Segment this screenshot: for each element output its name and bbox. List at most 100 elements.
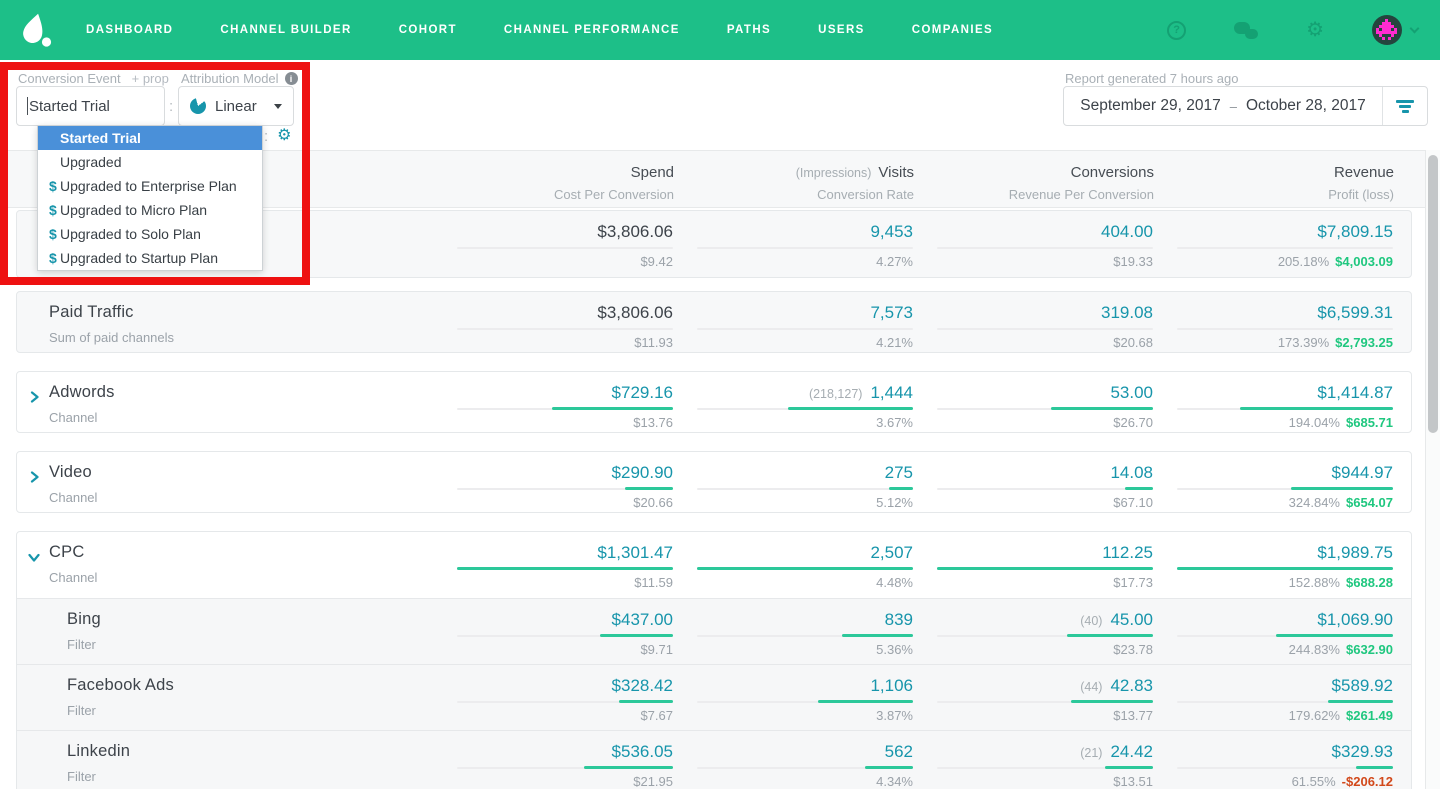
dropdown-item-upgraded-to-micro-plan[interactable]: $ Upgraded to Micro Plan xyxy=(38,198,262,222)
row-title: Linkedin xyxy=(67,742,131,760)
column-subheader: Conversion Rate xyxy=(817,187,914,202)
chevron-right-icon[interactable] xyxy=(28,471,40,483)
account-menu[interactable] xyxy=(1372,15,1420,45)
metric-divider xyxy=(697,700,913,703)
chevron-right-icon[interactable] xyxy=(28,391,40,403)
add-prop-link[interactable]: + prop xyxy=(132,71,169,86)
metric-value: 839 xyxy=(884,610,913,629)
metric-divider xyxy=(937,766,1153,769)
metric-prefix: (21) xyxy=(1080,746,1103,760)
dropdown-item-upgraded-to-startup-plan[interactable]: $ Upgraded to Startup Plan xyxy=(38,246,262,270)
nav-item-users[interactable]: USERS xyxy=(818,24,865,36)
metric-divider xyxy=(697,487,913,490)
table-row-facebook-ads[interactable]: Facebook Ads Filter $328.42 $7.67 1,106 … xyxy=(17,664,1411,730)
text-cursor xyxy=(27,97,28,115)
dollar-icon: $ xyxy=(49,226,57,242)
chevron-down-icon[interactable] xyxy=(28,551,40,563)
metric-divider xyxy=(1177,407,1393,410)
value-bar xyxy=(937,567,1153,570)
metric-visits: 839 5.36% xyxy=(673,599,913,664)
metric-divider xyxy=(937,700,1153,703)
metric-divider xyxy=(457,567,673,570)
table-row-linkedin[interactable]: Linkedin Filter $536.05 $21.95 562 4.34%… xyxy=(17,730,1411,789)
row-subtitle: Filter xyxy=(67,703,96,718)
metric-conversions: (21) 24.42 $13.51 xyxy=(913,731,1153,789)
metric-visits: 2,507 4.48% xyxy=(673,532,913,598)
metric-sub: 4.34% xyxy=(876,774,913,789)
metric-value: $328.42 xyxy=(611,676,673,695)
metric-spend: $1,301.47 $11.59 xyxy=(433,532,673,598)
metric-value: $7,809.15 xyxy=(1317,222,1393,241)
row-subtitle: Channel xyxy=(49,490,98,505)
value-bar xyxy=(1356,766,1393,769)
nav-right-icons xyxy=(1167,15,1420,45)
row-title: Adwords xyxy=(49,383,115,401)
dropdown-item-upgraded-to-solo-plan[interactable]: $ Upgraded to Solo Plan xyxy=(38,222,262,246)
metric-sub: $20.68 xyxy=(1113,335,1153,350)
metric-value: 319.08 xyxy=(1101,303,1153,322)
table-row-bing[interactable]: Bing Filter $437.00 $9.71 839 5.36% (40)… xyxy=(17,598,1411,664)
value-bar xyxy=(1239,407,1393,410)
metric-divider xyxy=(1177,766,1393,769)
metric-value: 9,453 xyxy=(870,222,913,241)
metric-sub: 194.04% xyxy=(1288,415,1340,430)
conversion-event-label: Conversion Event + prop xyxy=(18,71,169,86)
metric-sub: $23.78 xyxy=(1113,642,1153,657)
scrollbar-thumb[interactable] xyxy=(1428,155,1438,433)
date-range-text[interactable]: September 29, 2017 – October 28, 2017 xyxy=(1064,87,1382,125)
table-row-cpc[interactable]: CPC Channel $1,301.47 $11.59 2,507 4.48%… xyxy=(17,532,1411,598)
value-bar xyxy=(552,407,673,410)
table-row-paid-traffic[interactable]: Paid Traffic Sum of paid channels $3,806… xyxy=(17,292,1411,352)
metric-value: 1,444 xyxy=(870,383,913,402)
metric-divider xyxy=(1177,634,1393,637)
metric-revenue: $7,809.15 205.18% $4,003.09 xyxy=(1153,211,1393,277)
metric-value: $3,806.06 xyxy=(597,303,673,322)
nav-menu: DASHBOARD CHANNEL BUILDER COHORT CHANNEL PE… xyxy=(86,24,993,36)
metric-value: 112.25 xyxy=(1102,543,1153,562)
nav-item-channel-performance[interactable]: CHANNEL PERFORMANCE xyxy=(504,24,680,36)
nav-item-companies[interactable]: COMPANIES xyxy=(912,24,993,36)
table-row-video[interactable]: Video Channel $290.90 $20.66 275 5.12% 1… xyxy=(17,452,1411,512)
table-card: Paid Traffic Sum of paid channels $3,806… xyxy=(16,291,1412,353)
value-bar xyxy=(697,567,913,570)
metric-spend: $3,806.06 $11.93 xyxy=(433,292,673,352)
info-icon[interactable] xyxy=(284,72,298,85)
settings-gear-icon[interactable] xyxy=(1306,20,1324,41)
caret-down-icon xyxy=(274,103,282,109)
metric-spend: $729.16 $13.76 xyxy=(433,372,673,432)
metric-sub: 3.67% xyxy=(876,415,913,430)
metric-value: $1,301.47 xyxy=(597,543,673,562)
app-root: DASHBOARD CHANNEL BUILDER COHORT CHANNEL PE… xyxy=(0,0,1440,789)
table-row-adwords[interactable]: Adwords Channel $729.16 $13.76 (218,127)… xyxy=(17,372,1411,432)
attribution-model-dropdown[interactable]: Linear xyxy=(178,86,294,126)
metric-value: $437.00 xyxy=(611,610,673,629)
metric-conversions: (44) 42.83 $13.77 xyxy=(913,665,1153,730)
row-label-cell: Facebook Ads Filter xyxy=(17,665,433,730)
profit-value: $4,003.09 xyxy=(1335,254,1393,269)
nav-item-channel-builder[interactable]: CHANNEL BUILDER xyxy=(220,24,351,36)
dropdown-item-upgraded[interactable]: Upgraded xyxy=(38,150,262,174)
nav-item-paths[interactable]: PATHS xyxy=(727,24,771,36)
metric-value: 14.08 xyxy=(1110,463,1153,482)
dropdown-item-started-trial[interactable]: Started Trial xyxy=(38,126,262,150)
conversion-event-input[interactable]: Started Trial xyxy=(16,86,165,126)
metric-visits: 275 5.12% xyxy=(673,452,913,512)
nav-item-dashboard[interactable]: DASHBOARD xyxy=(86,24,173,36)
nav-item-cohort[interactable]: COHORT xyxy=(399,24,457,36)
metric-divider xyxy=(457,407,673,410)
metric-conversions: 53.00 $26.70 xyxy=(913,372,1153,432)
table-card: Adwords Channel $729.16 $13.76 (218,127)… xyxy=(16,371,1412,433)
help-icon[interactable] xyxy=(1167,20,1187,40)
brand-logo-icon[interactable] xyxy=(22,11,56,49)
metric-spend: $290.90 $20.66 xyxy=(433,452,673,512)
dropdown-item-upgraded-to-enterprise-plan[interactable]: $ Upgraded to Enterprise Plan xyxy=(38,174,262,198)
gear-icon[interactable] xyxy=(277,127,291,145)
vertical-scrollbar[interactable] xyxy=(1425,150,1440,789)
metric-sub: $9.42 xyxy=(640,254,673,269)
chevron-down-icon[interactable] xyxy=(1409,23,1420,34)
column-subheader: Cost Per Conversion xyxy=(554,187,674,202)
date-range-picker[interactable]: September 29, 2017 – October 28, 2017 xyxy=(1063,86,1428,126)
chat-icon[interactable] xyxy=(1234,21,1259,39)
avatar[interactable] xyxy=(1372,15,1402,45)
date-filter-button[interactable] xyxy=(1382,87,1427,125)
